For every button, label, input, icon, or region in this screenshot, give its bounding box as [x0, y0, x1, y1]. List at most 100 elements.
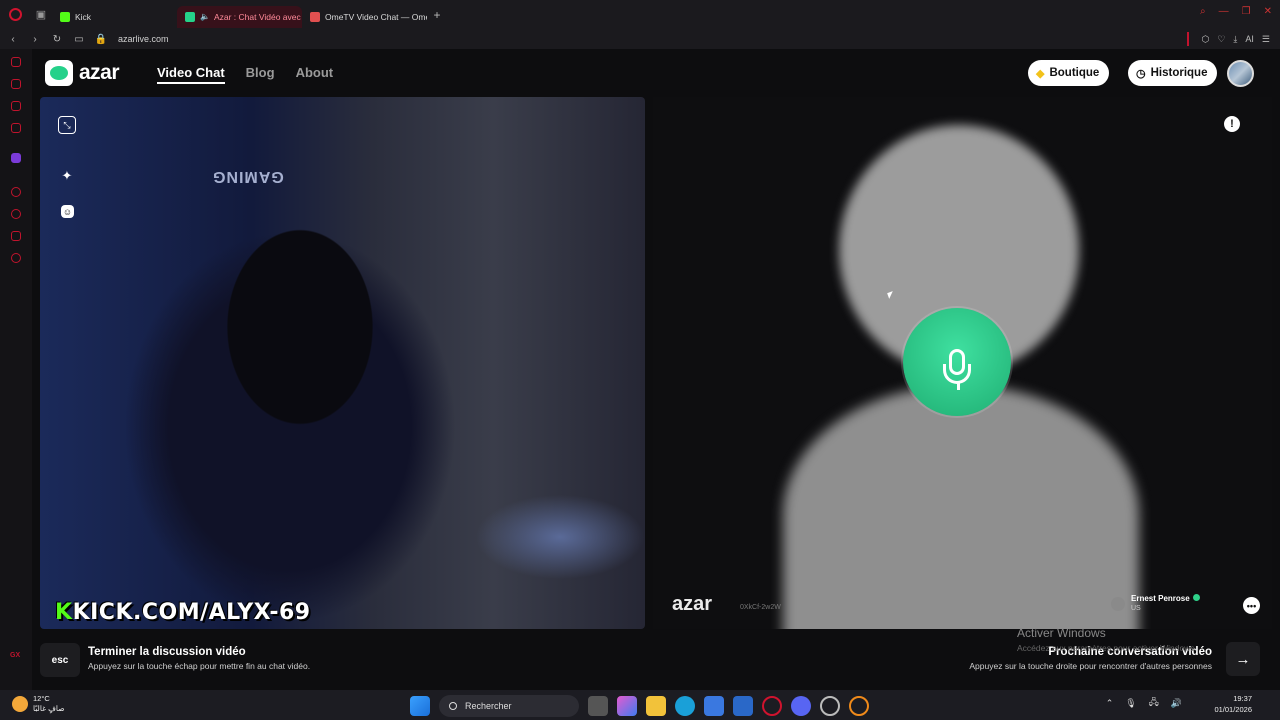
- task-view-icon[interactable]: [588, 696, 608, 716]
- microphone-icon[interactable]: 🎙: [1125, 698, 1136, 709]
- tab-kick[interactable]: Kick: [52, 6, 177, 28]
- watermark-id: 0XkCf-2w2W: [740, 604, 781, 611]
- extensions-icon[interactable]: ⬡: [1201, 34, 1209, 45]
- mail-icon[interactable]: [733, 696, 753, 716]
- partner-avatar: [1111, 596, 1125, 611]
- weather-description: صافٍ غالبًا: [33, 704, 65, 713]
- azar-logo-icon: [45, 60, 73, 86]
- copilot-icon[interactable]: [617, 696, 637, 716]
- date: 01/01/2026: [1214, 705, 1252, 714]
- camera-icon[interactable]: ▭: [70, 34, 88, 45]
- minimize-video-icon[interactable]: ⤡: [58, 116, 76, 134]
- kick-favicon-icon: [60, 11, 70, 22]
- azar-watermark: azar: [672, 593, 713, 615]
- speaker-icon[interactable]: 🔈: [200, 12, 210, 21]
- discord-icon[interactable]: [791, 696, 811, 716]
- boutique-label: Boutique: [1049, 67, 1100, 79]
- steam-icon[interactable]: [820, 696, 840, 716]
- taskbar-clock[interactable]: 19:37 01/01/2026: [1214, 693, 1252, 715]
- sticker-smile-icon[interactable]: ☺: [61, 205, 74, 218]
- tab-label: OmeTV Video Chat — Ome: [325, 11, 427, 22]
- tab-ometv[interactable]: OmeTV Video Chat — Ome: [302, 6, 427, 28]
- aria-ai-button[interactable]: AI: [1245, 34, 1254, 44]
- end-chat-subtitle: Appuyez sur la touche échap pour mettre …: [88, 661, 311, 671]
- new-tab-button[interactable]: +: [427, 8, 447, 22]
- url-field[interactable]: azarlive.com: [118, 34, 169, 44]
- file-explorer-icon[interactable]: [646, 696, 666, 716]
- toolbar-divider: [1187, 32, 1190, 46]
- main-nav: Video Chat Blog About: [157, 65, 333, 84]
- reload-icon[interactable]: ↻: [48, 34, 66, 45]
- user-avatar[interactable]: [1227, 60, 1254, 87]
- azar-logo[interactable]: azar: [45, 60, 120, 86]
- boutique-button[interactable]: ◆ Boutique: [1028, 60, 1110, 86]
- window-controls: ⌕ — ❐ ✕: [1200, 6, 1272, 17]
- tab-azar[interactable]: 🔈 Azar : Chat Vidéo avec: [177, 5, 302, 28]
- workspaces-icon[interactable]: ▣: [30, 0, 52, 29]
- partner-info[interactable]: Ernest Penrose US: [1111, 594, 1200, 613]
- nav-blog[interactable]: Blog: [246, 65, 275, 84]
- close-icon[interactable]: ✕: [1264, 6, 1272, 17]
- minimize-icon[interactable]: —: [1219, 6, 1229, 17]
- nav-about[interactable]: About: [296, 65, 334, 84]
- sidebar-history-icon[interactable]: [11, 57, 21, 67]
- search-tool-icon[interactable]: [849, 696, 869, 716]
- forward-icon[interactable]: ›: [26, 34, 44, 45]
- sidebar-twitch-icon[interactable]: [11, 153, 21, 163]
- back-icon[interactable]: ‹: [4, 34, 22, 45]
- windows-activation-title: Activer Windows: [1017, 626, 1106, 640]
- esc-key-button[interactable]: esc: [40, 643, 80, 677]
- bookmark-icon[interactable]: ♡: [1217, 34, 1225, 45]
- tray-chevron-icon[interactable]: ⌃: [1106, 698, 1114, 709]
- chair-brand-text: GAMING: [212, 168, 284, 185]
- opera-gx-icon[interactable]: [762, 696, 782, 716]
- sidebar-pin-icon[interactable]: [11, 231, 21, 241]
- temperature: 12°C: [33, 694, 50, 703]
- network-icon[interactable]: 🖧: [1149, 695, 1159, 711]
- start-icon[interactable]: [410, 696, 430, 716]
- search-tabs-icon[interactable]: ⌕: [1200, 6, 1206, 17]
- azar-page: azar Video Chat Blog About ◆ Boutique ◷ …: [32, 49, 1280, 690]
- taskbar-search[interactable]: Rechercher: [439, 695, 579, 717]
- windows-taskbar: 12°C صافٍ غالبًا Rechercher ⌃ 🎙 🖧 🔊 19:3…: [0, 690, 1280, 720]
- volume-icon[interactable]: 🔊: [1171, 698, 1182, 709]
- voice-only-mic-icon: [903, 308, 1011, 416]
- azar-favicon-icon: [185, 11, 195, 22]
- lock-icon: 🔒: [94, 33, 108, 45]
- own-video: GAMING ⤡ ✦ ☺ KKICK.COM/ALYX-69: [40, 97, 645, 629]
- sidebar-player-icon[interactable]: [11, 187, 21, 197]
- edge-icon[interactable]: [675, 696, 695, 716]
- menu-icon[interactable]: ☰: [1262, 34, 1270, 45]
- kick-url: KICK.COM/ALYX-69: [72, 600, 311, 625]
- weather-widget[interactable]: 12°C صافٍ غالبًا: [12, 694, 65, 714]
- sidebar-settings-icon[interactable]: [11, 253, 21, 263]
- search-icon: [449, 702, 457, 710]
- verified-badge-icon: [1192, 594, 1200, 601]
- logo-text: azar: [79, 61, 120, 84]
- partner-video: ! azar 0XkCf-2w2W Ernest Penrose US •••: [653, 97, 1272, 629]
- sidebar-instagram-icon[interactable]: [11, 123, 21, 133]
- report-icon[interactable]: !: [1224, 116, 1240, 132]
- clock-icon: ◷: [1136, 67, 1146, 80]
- end-chat-title: Terminer la discussion vidéo: [88, 646, 246, 658]
- kick-k-logo: K: [55, 600, 73, 625]
- sidebar-clock-icon[interactable]: [11, 209, 21, 219]
- search-placeholder: Rechercher: [465, 701, 512, 711]
- next-chat-subtitle: Appuyez sur la touche droite pour rencon…: [969, 661, 1212, 671]
- browser-sidebar: GX: [0, 49, 32, 690]
- ometv-favicon-icon: [310, 11, 320, 22]
- time: 19:37: [1233, 694, 1252, 703]
- download-icon[interactable]: ⤓: [1233, 34, 1237, 45]
- maximize-icon[interactable]: ❐: [1242, 6, 1251, 17]
- chat-icon[interactable]: •••: [1243, 597, 1260, 614]
- store-icon[interactable]: [704, 696, 724, 716]
- sidebar-messenger-icon[interactable]: [11, 101, 21, 111]
- effects-sparkle-icon[interactable]: ✦: [58, 167, 76, 185]
- next-arrow-button[interactable]: →: [1226, 642, 1260, 676]
- sidebar-bag-icon[interactable]: [11, 79, 21, 89]
- toolbar-right: ⬡ ♡ ⤓ AI ☰: [1187, 32, 1270, 46]
- sidebar-gx-icon[interactable]: GX: [10, 652, 20, 659]
- historique-button[interactable]: ◷ Historique: [1128, 60, 1218, 86]
- nav-video-chat[interactable]: Video Chat: [157, 65, 225, 84]
- opera-menu-icon[interactable]: [0, 0, 30, 29]
